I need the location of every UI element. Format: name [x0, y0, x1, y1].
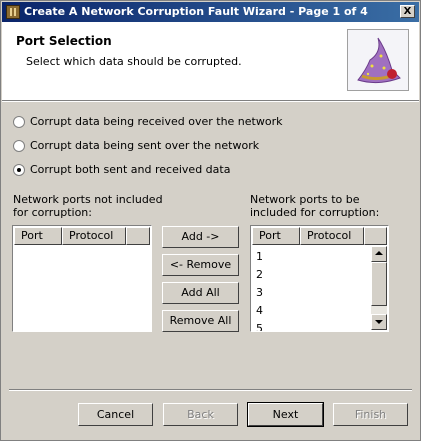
cancel-button[interactable]: Cancel — [78, 403, 153, 426]
included-ports-label-line2: included for corruption: — [250, 206, 380, 219]
add-button[interactable]: Add -> — [162, 226, 239, 248]
page-subtitle: Select which data should be corrupted. — [26, 55, 242, 68]
title-bar[interactable]: Create A Network Corruption Fault Wizard… — [2, 2, 419, 22]
list-item[interactable]: 3 — [254, 284, 263, 302]
app-icon — [6, 5, 20, 19]
included-ports-label-line1: Network ports to be — [250, 193, 360, 206]
footer-divider-highlight — [9, 390, 412, 391]
wizard-hat-icon — [347, 29, 409, 91]
radio-received[interactable] — [13, 116, 25, 128]
close-button[interactable]: X — [400, 5, 415, 18]
column-filler — [364, 227, 387, 245]
column-protocol[interactable]: Protocol — [300, 227, 364, 245]
included-ports-label: Network ports to be included for corrupt… — [250, 193, 379, 219]
option-both-label: Corrupt both sent and received data — [30, 163, 231, 176]
list-item[interactable]: 5 — [254, 320, 263, 331]
back-button[interactable]: Back — [163, 403, 238, 426]
excluded-ports-label-line2: for corruption: — [13, 206, 92, 219]
arrow-up-icon — [375, 251, 383, 255]
option-sent-label: Corrupt data being sent over the network — [30, 139, 260, 152]
included-list-rows: 1 2 3 4 5 — [254, 248, 263, 331]
page-title: Port Selection — [16, 34, 112, 48]
scroll-down-button[interactable] — [371, 314, 387, 330]
included-list-header: Port Protocol — [252, 227, 387, 245]
column-port[interactable]: Port — [252, 227, 300, 245]
remove-all-button[interactable]: Remove All — [162, 310, 239, 332]
excluded-ports-label-line1: Network ports not included — [13, 193, 163, 206]
column-port[interactable]: Port — [14, 227, 62, 245]
radio-both[interactable] — [13, 164, 25, 176]
list-item[interactable]: 4 — [254, 302, 263, 320]
column-filler — [126, 227, 150, 245]
option-received-label: Corrupt data being received over the net… — [30, 115, 283, 128]
wizard-header: Port Selection Select which data should … — [2, 22, 419, 101]
vertical-scrollbar[interactable] — [371, 246, 387, 330]
window-title: Create A Network Corruption Fault Wizard… — [24, 5, 368, 18]
next-button[interactable]: Next — [247, 402, 324, 427]
remove-button[interactable]: <- Remove — [162, 254, 239, 276]
list-item[interactable]: 2 — [254, 266, 263, 284]
scroll-up-button[interactable] — [371, 246, 387, 262]
list-item[interactable]: 1 — [254, 248, 263, 266]
header-divider — [2, 101, 419, 102]
column-protocol[interactable]: Protocol — [62, 227, 126, 245]
arrow-down-icon — [375, 320, 383, 324]
excluded-list-header: Port Protocol — [14, 227, 150, 245]
excluded-ports-list[interactable]: Port Protocol — [12, 225, 152, 332]
finish-button[interactable]: Finish — [333, 403, 408, 426]
scroll-thumb[interactable] — [371, 262, 387, 306]
wizard-window: Create A Network Corruption Fault Wizard… — [0, 0, 421, 441]
included-ports-list[interactable]: Port Protocol 1 2 3 4 5 — [250, 225, 389, 332]
excluded-ports-label: Network ports not included for corruptio… — [13, 193, 163, 219]
radio-sent[interactable] — [13, 140, 25, 152]
add-all-button[interactable]: Add All — [162, 282, 239, 304]
